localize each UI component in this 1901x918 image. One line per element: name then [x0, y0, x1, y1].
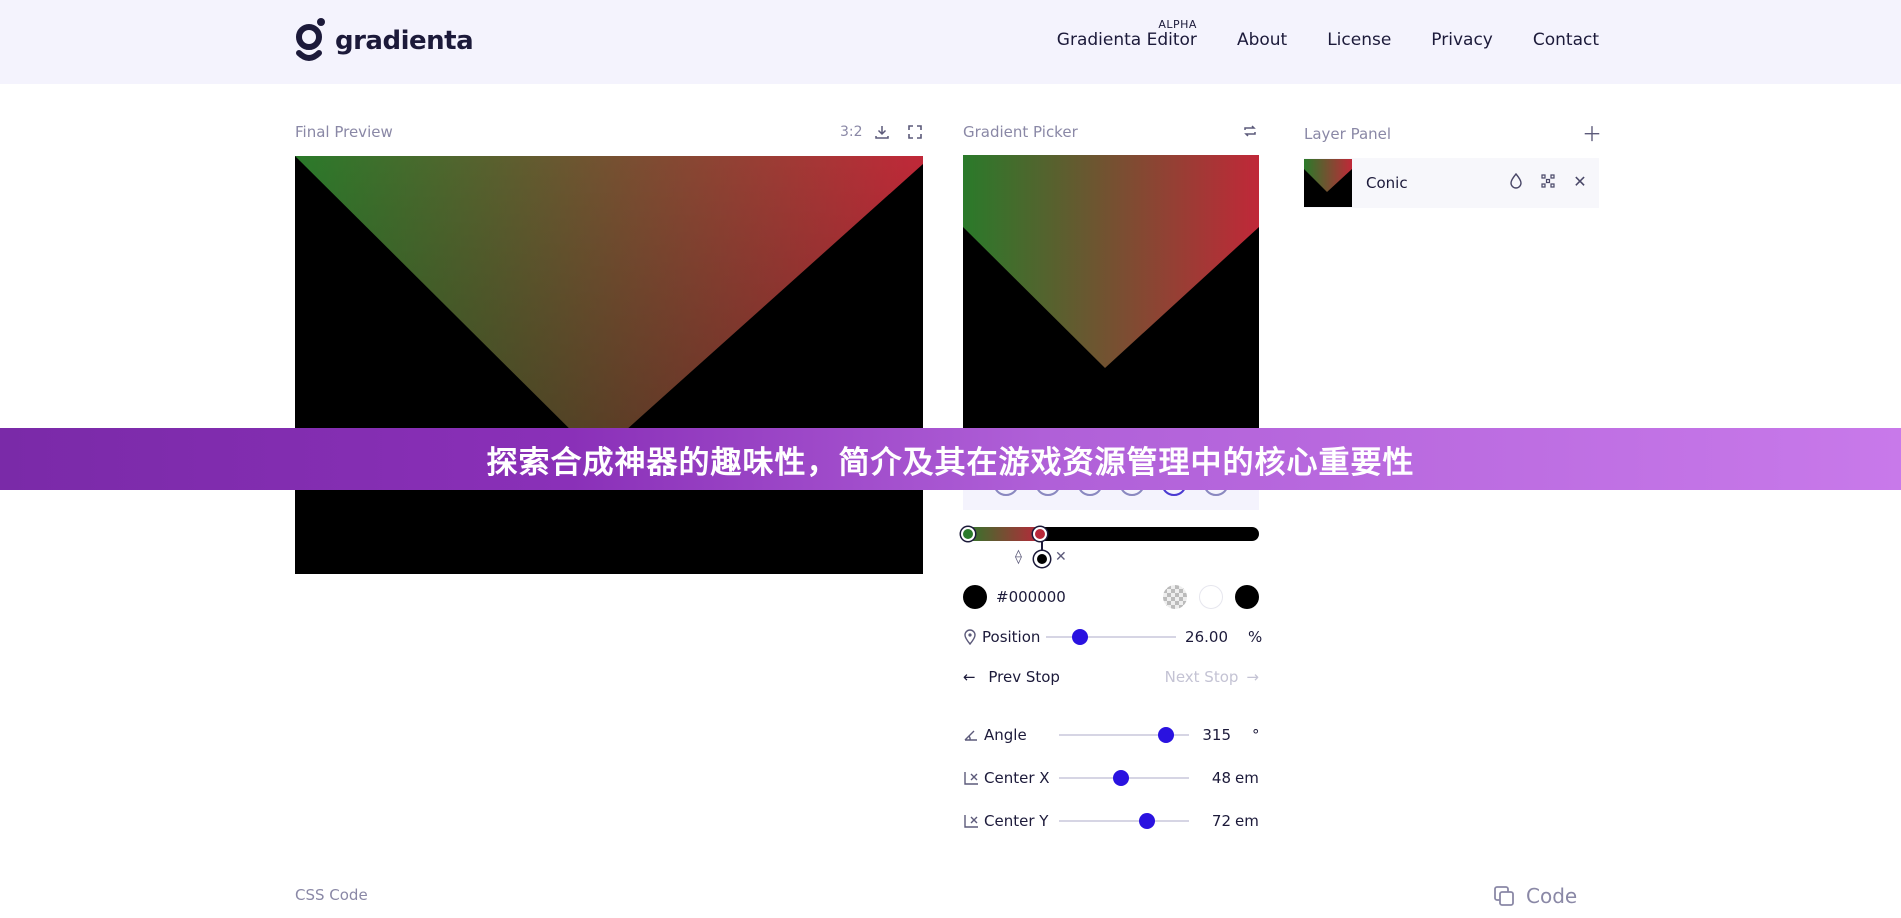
swap-icon[interactable]	[1240, 121, 1260, 141]
brand-logo[interactable]: gradienta	[295, 17, 474, 65]
center-x-value[interactable]: 48	[1188, 769, 1231, 787]
position-value[interactable]: 26.00	[1183, 628, 1228, 646]
layer-name: Conic	[1366, 174, 1408, 192]
center-y-unit: em	[1235, 812, 1259, 830]
color-stop-red[interactable]	[1033, 527, 1047, 541]
aspect-ratio-toggle[interactable]: 3:2	[840, 124, 863, 140]
next-stop-label: Next Stop	[1164, 668, 1239, 686]
transparent-swatch[interactable]	[1163, 585, 1187, 609]
nav-about[interactable]: About	[1237, 30, 1287, 50]
angle-icon	[964, 730, 977, 741]
color-stop-selected[interactable]	[1034, 551, 1050, 567]
layer-thumbnail	[1304, 159, 1352, 207]
brand-name: gradienta	[335, 26, 474, 56]
position-label: Position	[982, 628, 1041, 646]
banner-text: 探索合成神器的趣味性，简介及其在游戏资源管理中的核心重要性	[486, 444, 1415, 481]
white-swatch[interactable]	[1199, 585, 1223, 609]
angle-label: Angle	[984, 726, 1027, 744]
position-label-wrap: Position	[963, 628, 1040, 646]
code-button-label: Code	[1526, 884, 1578, 908]
center-y-slider-thumb[interactable]	[1139, 813, 1156, 829]
selected-color-swatch[interactable]	[963, 585, 987, 609]
top-navbar: gradienta ALPHA Gradienta Editor About L…	[0, 0, 1901, 84]
position-row: Position 26.00 %	[963, 625, 1263, 649]
color-stop-green[interactable]	[961, 527, 975, 541]
quick-swatches	[1163, 585, 1259, 609]
nav-label: Gradienta Editor	[1056, 30, 1197, 50]
gradient-stops-bar[interactable]	[963, 527, 1259, 541]
layer-panel-title: Layer Panel	[1304, 125, 1392, 143]
copy-icon	[1494, 886, 1514, 906]
position-slider-thumb[interactable]	[1071, 629, 1088, 645]
nav-gradienta-editor[interactable]: ALPHA Gradienta Editor	[1056, 18, 1197, 50]
angle-unit: °	[1252, 726, 1260, 744]
title-banner: 探索合成神器的趣味性，简介及其在游戏资源管理中的核心重要性	[0, 428, 1901, 490]
position-unit: %	[1248, 628, 1263, 646]
duplicate-stop-icon[interactable]: ⟠	[1015, 549, 1022, 565]
center-y-label: Center Y	[984, 812, 1049, 830]
center-y-label-wrap: Center Y	[963, 812, 1048, 830]
stop-navigation: ← Prev Stop Next Stop →	[963, 668, 1259, 690]
logo-mark-icon	[296, 18, 325, 61]
main-nav: ALPHA Gradienta Editor About License Pri…	[1056, 18, 1599, 50]
location-pin-icon	[964, 629, 976, 645]
angle-label-wrap: Angle	[963, 726, 1027, 744]
center-y-slider[interactable]	[1059, 813, 1189, 829]
center-y-icon	[964, 815, 978, 828]
final-preview-canvas	[295, 156, 923, 574]
center-x-unit: em	[1235, 769, 1259, 787]
gradient-picker-title: Gradient Picker	[963, 123, 1078, 141]
opacity-drop-icon[interactable]	[1507, 172, 1525, 190]
nav-contact[interactable]: Contact	[1533, 30, 1599, 50]
blend-mode-icon[interactable]	[1539, 172, 1557, 190]
stop-color-row: #000000	[963, 583, 1259, 611]
angle-value[interactable]: 315	[1188, 726, 1231, 744]
position-slider[interactable]	[1046, 629, 1176, 645]
hex-value[interactable]: #000000	[996, 588, 1066, 606]
alpha-badge: ALPHA	[1158, 18, 1197, 31]
nav-license[interactable]: License	[1327, 30, 1391, 50]
delete-layer-icon[interactable]: ✕	[1571, 172, 1589, 191]
prev-stop-button[interactable]: ← Prev Stop	[963, 668, 1060, 686]
css-code-title: CSS Code	[295, 886, 368, 904]
center-x-row: Center X 48 em	[963, 766, 1259, 790]
add-layer-icon[interactable]: ＋	[1582, 122, 1602, 146]
fullscreen-icon[interactable]	[905, 122, 925, 142]
angle-slider-thumb[interactable]	[1157, 727, 1174, 743]
layer-item[interactable]: Conic ✕	[1304, 158, 1599, 208]
angle-row: Angle 315 °	[963, 723, 1260, 747]
center-y-row: Center Y 72 em	[963, 809, 1259, 833]
final-preview-title: Final Preview	[295, 123, 393, 141]
center-x-slider[interactable]	[1059, 770, 1189, 786]
remove-stop-icon[interactable]: ✕	[1055, 549, 1067, 565]
black-swatch[interactable]	[1235, 585, 1259, 609]
angle-slider[interactable]	[1059, 727, 1189, 743]
download-icon[interactable]	[872, 122, 892, 142]
center-y-value[interactable]: 72	[1188, 812, 1231, 830]
center-x-label-wrap: Center X	[963, 769, 1050, 787]
code-button[interactable]: Code	[1492, 884, 1577, 908]
nav-privacy[interactable]: Privacy	[1431, 30, 1493, 50]
center-x-icon	[964, 772, 978, 785]
center-x-slider-thumb[interactable]	[1113, 770, 1130, 786]
prev-stop-label: Prev Stop	[988, 668, 1060, 686]
center-x-label: Center X	[984, 769, 1050, 787]
next-stop-button[interactable]: Next Stop →	[1165, 668, 1259, 686]
layer-actions: ✕	[1507, 172, 1589, 191]
